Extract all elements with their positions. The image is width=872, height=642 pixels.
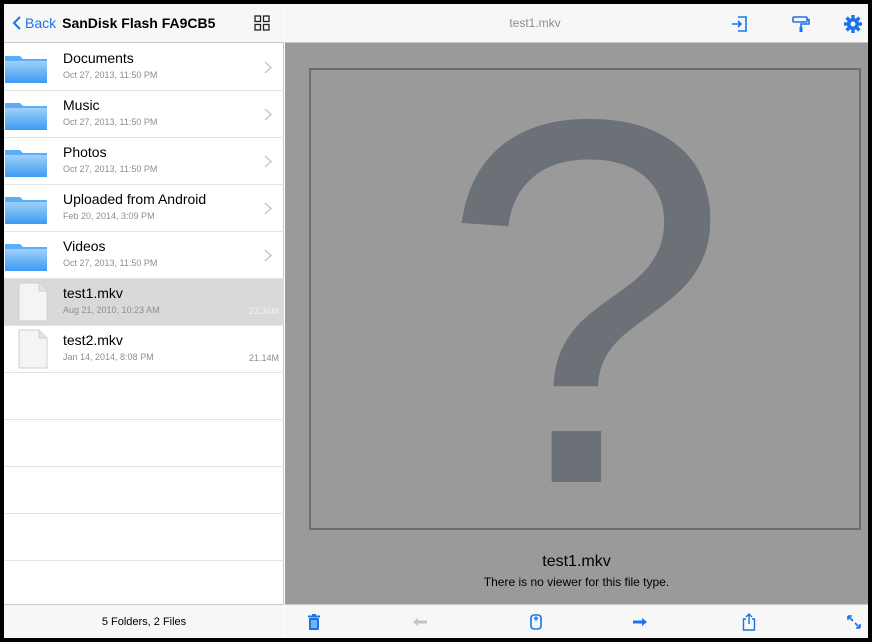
chevron-left-icon xyxy=(12,16,21,30)
folder-icon xyxy=(5,56,47,83)
next-arrow-icon[interactable] xyxy=(631,613,649,631)
device-title: SanDisk Flash FA9CB5 xyxy=(62,15,216,31)
folder-row[interactable]: Uploaded from Android Feb 20, 2014, 3:09 … xyxy=(4,185,284,232)
mouse-icon[interactable] xyxy=(527,613,545,631)
paint-roller-icon[interactable] xyxy=(791,14,811,34)
chevron-right-icon xyxy=(264,249,272,262)
chevron-right-icon xyxy=(264,61,272,74)
folder-icon xyxy=(5,103,47,130)
fullscreen-icon[interactable] xyxy=(845,613,863,631)
item-date: Aug 21, 2010, 10:23 AM xyxy=(63,305,160,315)
item-name: Uploaded from Android xyxy=(63,191,207,207)
folder-row[interactable]: Videos Oct 27, 2013, 11:50 PM xyxy=(4,232,284,279)
folder-row[interactable]: Documents Oct 27, 2013, 11:50 PM xyxy=(4,44,284,91)
folder-row[interactable]: Photos Oct 27, 2013, 11:50 PM xyxy=(4,138,284,185)
folder-icon xyxy=(5,244,47,271)
file-browser-pane: Back SanDisk Flash FA9CB5 Documents Oct 2… xyxy=(4,4,284,638)
trash-icon[interactable] xyxy=(305,613,323,631)
back-label: Back xyxy=(25,15,57,31)
chevron-right-icon xyxy=(264,108,272,121)
right-navigation-bar: test1.mkv xyxy=(285,4,868,43)
item-name: Documents xyxy=(63,50,134,66)
chevron-right-icon xyxy=(264,155,272,168)
folder-icon xyxy=(5,197,47,224)
file-viewer: ? xyxy=(309,68,861,530)
item-count: 5 Folders, 2 Files xyxy=(101,615,187,628)
item-name: Photos xyxy=(63,144,107,160)
item-name: Music xyxy=(63,97,100,113)
document-icon xyxy=(18,282,48,322)
app-window: Back SanDisk Flash FA9CB5 Documents Oct 2… xyxy=(4,4,868,638)
preview-title: test1.mkv xyxy=(509,16,561,30)
empty-row xyxy=(4,561,284,608)
item-name: test1.mkv xyxy=(63,285,123,301)
folder-icon xyxy=(5,150,47,177)
import-icon[interactable] xyxy=(730,14,750,34)
left-navigation-bar: Back SanDisk Flash FA9CB5 xyxy=(4,4,284,43)
item-date: Oct 27, 2013, 11:50 PM xyxy=(63,164,158,174)
grid-view-icon[interactable] xyxy=(254,15,270,31)
viewer-message: There is no viewer for this file type. xyxy=(483,575,670,589)
item-name: test2.mkv xyxy=(63,332,123,348)
item-size: 23.34M xyxy=(248,306,279,316)
item-size: 21.14M xyxy=(248,353,279,363)
empty-row xyxy=(4,373,284,420)
left-footer: 5 Folders, 2 Files xyxy=(4,604,284,638)
question-mark-icon: ? xyxy=(440,70,729,528)
chevron-right-icon xyxy=(264,202,272,215)
bottom-toolbar xyxy=(285,604,868,638)
document-icon xyxy=(18,329,48,369)
folder-row[interactable]: Music Oct 27, 2013, 11:50 PM xyxy=(4,91,284,138)
file-row[interactable]: test1.mkv Aug 21, 2010, 10:23 AM 23.34M xyxy=(4,279,284,326)
preview-pane: test1.mkv ? test1.mkv There is no viewer… xyxy=(285,4,868,638)
file-row[interactable]: test2.mkv Jan 14, 2014, 8:08 PM 21.14M xyxy=(4,326,284,373)
back-button[interactable]: Back xyxy=(12,15,56,31)
item-date: Oct 27, 2013, 11:50 PM xyxy=(63,258,158,268)
previous-arrow-icon[interactable] xyxy=(411,613,429,631)
item-name: Videos xyxy=(63,238,106,254)
viewer-file-name: test1.mkv xyxy=(542,553,611,570)
empty-row xyxy=(4,420,284,467)
item-date: Jan 14, 2014, 8:08 PM xyxy=(63,352,154,362)
svg-text:?: ? xyxy=(440,70,729,528)
item-date: Oct 27, 2013, 11:50 PM xyxy=(63,70,158,80)
share-icon[interactable] xyxy=(740,613,758,631)
item-date: Feb 20, 2014, 3:09 PM xyxy=(63,211,155,221)
empty-row xyxy=(4,514,284,561)
file-list: Documents Oct 27, 2013, 11:50 PM Music Oct … xyxy=(4,44,284,608)
empty-row xyxy=(4,467,284,514)
gear-icon[interactable] xyxy=(843,14,863,34)
item-date: Oct 27, 2013, 11:50 PM xyxy=(63,117,158,127)
